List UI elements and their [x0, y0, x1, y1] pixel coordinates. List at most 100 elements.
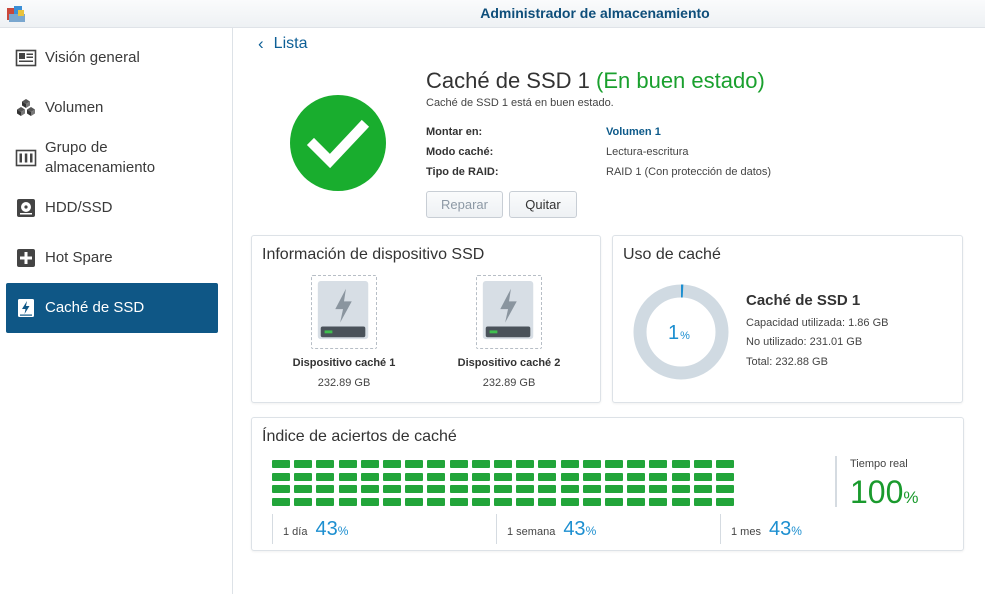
hit-meter-cell	[560, 497, 579, 506]
hit-meter-cell	[716, 485, 734, 493]
hit-meter-cell	[427, 460, 446, 468]
sidebar-item-label: HDD/SSD	[45, 199, 113, 216]
sidebar-item-hdd-ssd[interactable]: HDD/SSD	[6, 183, 218, 233]
raid-type-label: Tipo de RAID:	[426, 166, 499, 178]
total-capacity: Total: 232.88 GB	[746, 356, 828, 368]
sidebar-item-label: Grupo de almacenamiento	[45, 139, 156, 176]
hit-meter-cell	[649, 497, 668, 506]
hit-meter-cell	[383, 472, 401, 481]
hit-meter-cell	[605, 497, 623, 506]
page-title: Caché de SSD 1 (En buen estado)	[426, 68, 765, 94]
hit-meter-cell	[405, 485, 424, 493]
hit-meter-cell	[560, 485, 579, 493]
status-description: Caché de SSD 1 está en buen estado.	[426, 97, 614, 109]
sidebar-item-ssd-cache[interactable]: Caché de SSD	[6, 283, 218, 333]
hit-rate-1-week: 1 semana 43%	[496, 514, 596, 544]
hit-meter-cell	[471, 497, 490, 506]
cache-mode-label: Modo caché:	[426, 146, 494, 158]
hit-meter-cell	[360, 485, 379, 493]
raid-type-value: RAID 1 (Con protección de datos)	[606, 166, 772, 178]
hit-meter-cell	[316, 485, 335, 493]
hit-meter-cell	[427, 485, 446, 493]
plus-box-icon	[17, 249, 35, 267]
hit-meter-cell	[471, 460, 490, 468]
hit-meter-cell	[671, 497, 690, 506]
hit-meter-cell	[294, 485, 313, 493]
hit-meter-cell	[272, 497, 290, 506]
hit-meter-cell	[294, 497, 313, 506]
hit-meter-cell	[671, 485, 690, 493]
sidebar-item-volume[interactable]: Volumen	[6, 83, 218, 133]
hdd-icon	[17, 199, 35, 217]
hit-meter-cell	[693, 460, 712, 468]
hit-meter-cell	[427, 497, 446, 506]
remove-button[interactable]: Quitar	[509, 191, 577, 218]
hit-meter-cell	[449, 485, 468, 493]
overview-icon	[15, 49, 37, 67]
hit-meter-cell	[516, 460, 535, 468]
cache-device-1[interactable]: Dispositivo caché 1 232.89 GB	[274, 275, 414, 389]
chevron-left-icon: ‹	[258, 34, 264, 53]
hit-meter-cell	[405, 460, 424, 468]
cache-mode-value: Lectura-escritura	[606, 146, 689, 158]
hit-meter-cell	[383, 485, 401, 493]
card-title: Índice de aciertos de caché	[262, 428, 457, 445]
cache-usage-donut: 1%	[633, 284, 729, 380]
hit-meter-cell	[272, 485, 290, 493]
device-name: Dispositivo caché 2	[457, 357, 561, 369]
hit-meter-cell	[582, 485, 601, 493]
storage-pool-icon	[15, 149, 37, 167]
hit-meter-cell	[449, 497, 468, 506]
hit-meter-cell	[716, 497, 734, 506]
hit-meter-cell	[605, 472, 623, 481]
sidebar-item-overview[interactable]: Visión general	[6, 33, 218, 83]
cache-usage-card: Uso de caché 1% Caché de SSD 1 Capacidad…	[612, 235, 963, 403]
realtime-label: Tiempo real	[850, 458, 908, 470]
healthy-check-icon	[290, 95, 386, 191]
hit-meter-cell	[516, 485, 535, 493]
hit-meter-cell	[538, 497, 557, 506]
unused-capacity: No utilizado: 231.01 GB	[746, 336, 863, 348]
sidebar-item-label: Caché de SSD	[45, 299, 145, 316]
hit-meter-cell	[471, 485, 490, 493]
realtime-value: 100%	[850, 474, 919, 510]
hit-meter-cell	[316, 472, 335, 481]
cache-device-2[interactable]: Dispositivo caché 2 232.89 GB	[439, 275, 579, 389]
hit-meter-cell	[294, 460, 313, 468]
hit-meter-cell	[494, 472, 512, 481]
hit-meter-cell	[494, 485, 512, 493]
sidebar: Visión general Volumen Grupo de almacena…	[0, 28, 233, 594]
back-to-list-link[interactable]: ‹ Lista	[258, 34, 307, 54]
sidebar-item-label: Volumen	[45, 99, 104, 116]
hit-meter-cell	[693, 472, 712, 481]
device-size: 232.89 GB	[317, 377, 371, 389]
hit-meter-cell	[716, 460, 734, 468]
hit-meter-cell	[538, 460, 557, 468]
hit-meter-cell	[671, 460, 690, 468]
hit-meter-cell	[627, 460, 646, 468]
hit-meter-cell	[471, 472, 490, 481]
repair-button[interactable]: Reparar	[426, 191, 503, 218]
hit-meter-cell	[516, 472, 535, 481]
sidebar-item-storage-pool[interactable]: Grupo de almacenamiento	[6, 133, 218, 183]
hit-meter-cell	[338, 485, 357, 493]
hit-meter-cell	[360, 497, 379, 506]
hit-meter-cell	[649, 485, 668, 493]
hit-meter-cell	[316, 460, 335, 468]
hit-meter-cell	[693, 497, 712, 506]
mount-value-link[interactable]: Volumen 1	[606, 126, 661, 138]
cubes-icon	[17, 99, 35, 116]
hit-meter-cell	[449, 460, 468, 468]
hit-meter-cell	[405, 497, 424, 506]
hit-meter-cell	[316, 497, 335, 506]
sidebar-item-hot-spare[interactable]: Hot Spare	[6, 233, 218, 283]
hit-meter-cell	[582, 460, 601, 468]
used-capacity: Capacidad utilizada: 1.86 GB	[746, 317, 889, 329]
hit-meter-cell	[649, 472, 668, 481]
hit-meter-cell	[582, 472, 601, 481]
hit-meter-cell	[649, 460, 668, 468]
hit-meter-cell	[338, 472, 357, 481]
hit-meter-cell	[671, 472, 690, 481]
hit-meter-cell	[427, 472, 446, 481]
hit-meter-cell	[338, 497, 357, 506]
